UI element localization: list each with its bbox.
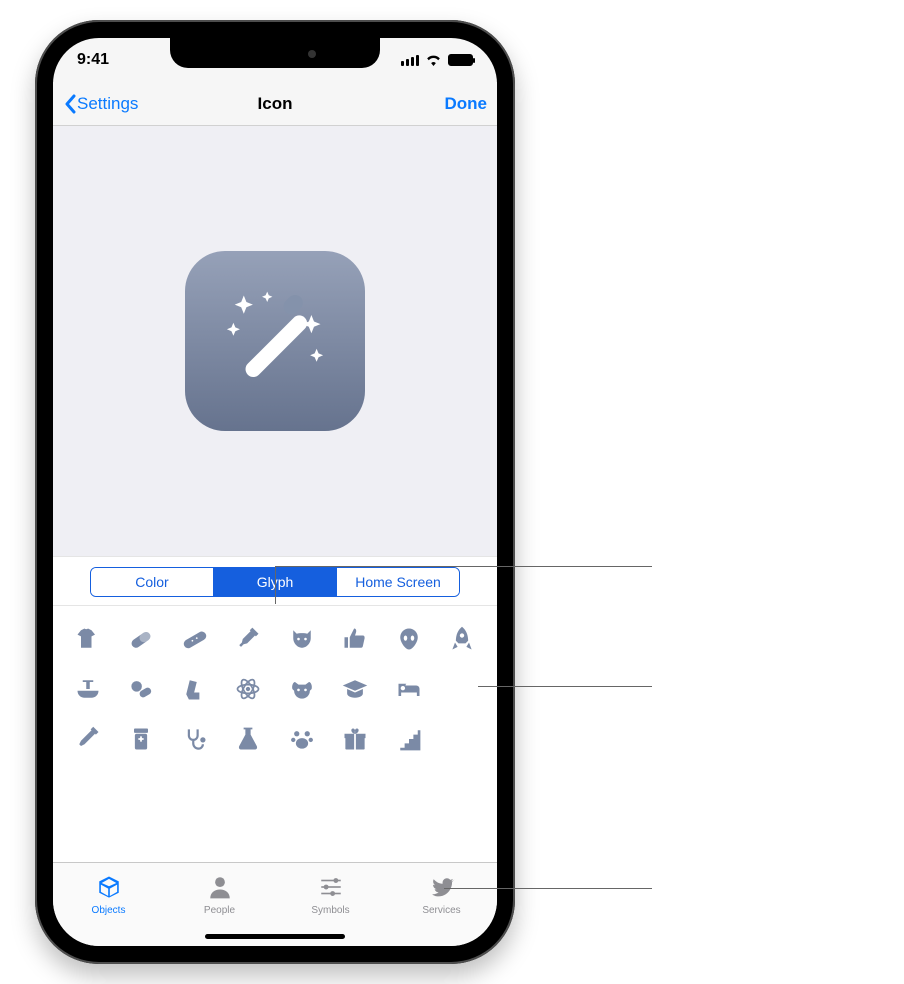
tab-label: Objects: [92, 905, 126, 916]
glyph-cat-face[interactable]: [283, 620, 321, 658]
cube-icon: [96, 874, 122, 903]
segment-color[interactable]: Color: [91, 568, 213, 596]
glyph-grid: [53, 606, 497, 862]
phone-frame: 9:41 Settings Icon Done: [35, 20, 515, 964]
callout-line: [478, 686, 652, 687]
glyph-rocket[interactable]: [443, 620, 481, 658]
glyph-bandage[interactable]: [176, 620, 214, 658]
glyph-pill-bottle[interactable]: [122, 720, 160, 758]
done-button[interactable]: Done: [445, 94, 488, 114]
tab-label: People: [204, 905, 235, 916]
callout-line: [275, 566, 652, 567]
person-icon: [207, 874, 233, 903]
glyph-bed[interactable]: [390, 670, 428, 708]
glyph-graduation-cap[interactable]: [336, 670, 374, 708]
glyph-blank: [443, 670, 481, 708]
nav-title: Icon: [258, 94, 293, 114]
glyph-pill[interactable]: [122, 620, 160, 658]
notch: [170, 38, 380, 68]
callout-line: [444, 888, 652, 889]
tab-objects[interactable]: Objects: [53, 863, 164, 926]
tab-label: Symbols: [311, 905, 349, 916]
screen: 9:41 Settings Icon Done: [53, 38, 497, 946]
glyph-gift[interactable]: [336, 720, 374, 758]
chevron-left-icon: [63, 94, 77, 114]
tab-bar: Objects People Symbols Services: [53, 862, 497, 926]
glyph-stairs[interactable]: [390, 720, 428, 758]
glyph-paw[interactable]: [283, 720, 321, 758]
tab-symbols[interactable]: Symbols: [275, 863, 386, 926]
cellular-signal-icon: [401, 54, 419, 66]
glyph-stethoscope[interactable]: [176, 720, 214, 758]
magic-wand-icon: [210, 276, 340, 406]
battery-icon: [448, 54, 473, 66]
glyph-atom[interactable]: [229, 670, 267, 708]
glyph-flask[interactable]: [229, 720, 267, 758]
back-label: Settings: [77, 94, 138, 114]
home-indicator: [53, 926, 497, 946]
tab-label: Services: [422, 905, 460, 916]
glyph-dog-face[interactable]: [283, 670, 321, 708]
glyph-pills[interactable]: [122, 670, 160, 708]
tab-people[interactable]: People: [164, 863, 275, 926]
glyph-alien[interactable]: [390, 620, 428, 658]
sliders-icon: [318, 874, 344, 903]
wifi-icon: [425, 54, 442, 66]
glyph-thumbs-up[interactable]: [336, 620, 374, 658]
glyph-sink[interactable]: [69, 670, 107, 708]
segment-home-screen[interactable]: Home Screen: [336, 568, 459, 596]
back-button[interactable]: Settings: [63, 94, 138, 114]
glyph-shirt[interactable]: [69, 620, 107, 658]
glyph-inhaler[interactable]: [176, 670, 214, 708]
glyph-blank: [443, 720, 481, 758]
icon-preview-tile: [185, 251, 365, 431]
glyph-syringe[interactable]: [229, 620, 267, 658]
icon-preview-area: [53, 126, 497, 556]
status-time: 9:41: [77, 51, 109, 69]
tab-services[interactable]: Services: [386, 863, 497, 926]
glyph-dropper[interactable]: [69, 720, 107, 758]
nav-bar: Settings Icon Done: [53, 82, 497, 126]
callout-line: [275, 566, 276, 604]
